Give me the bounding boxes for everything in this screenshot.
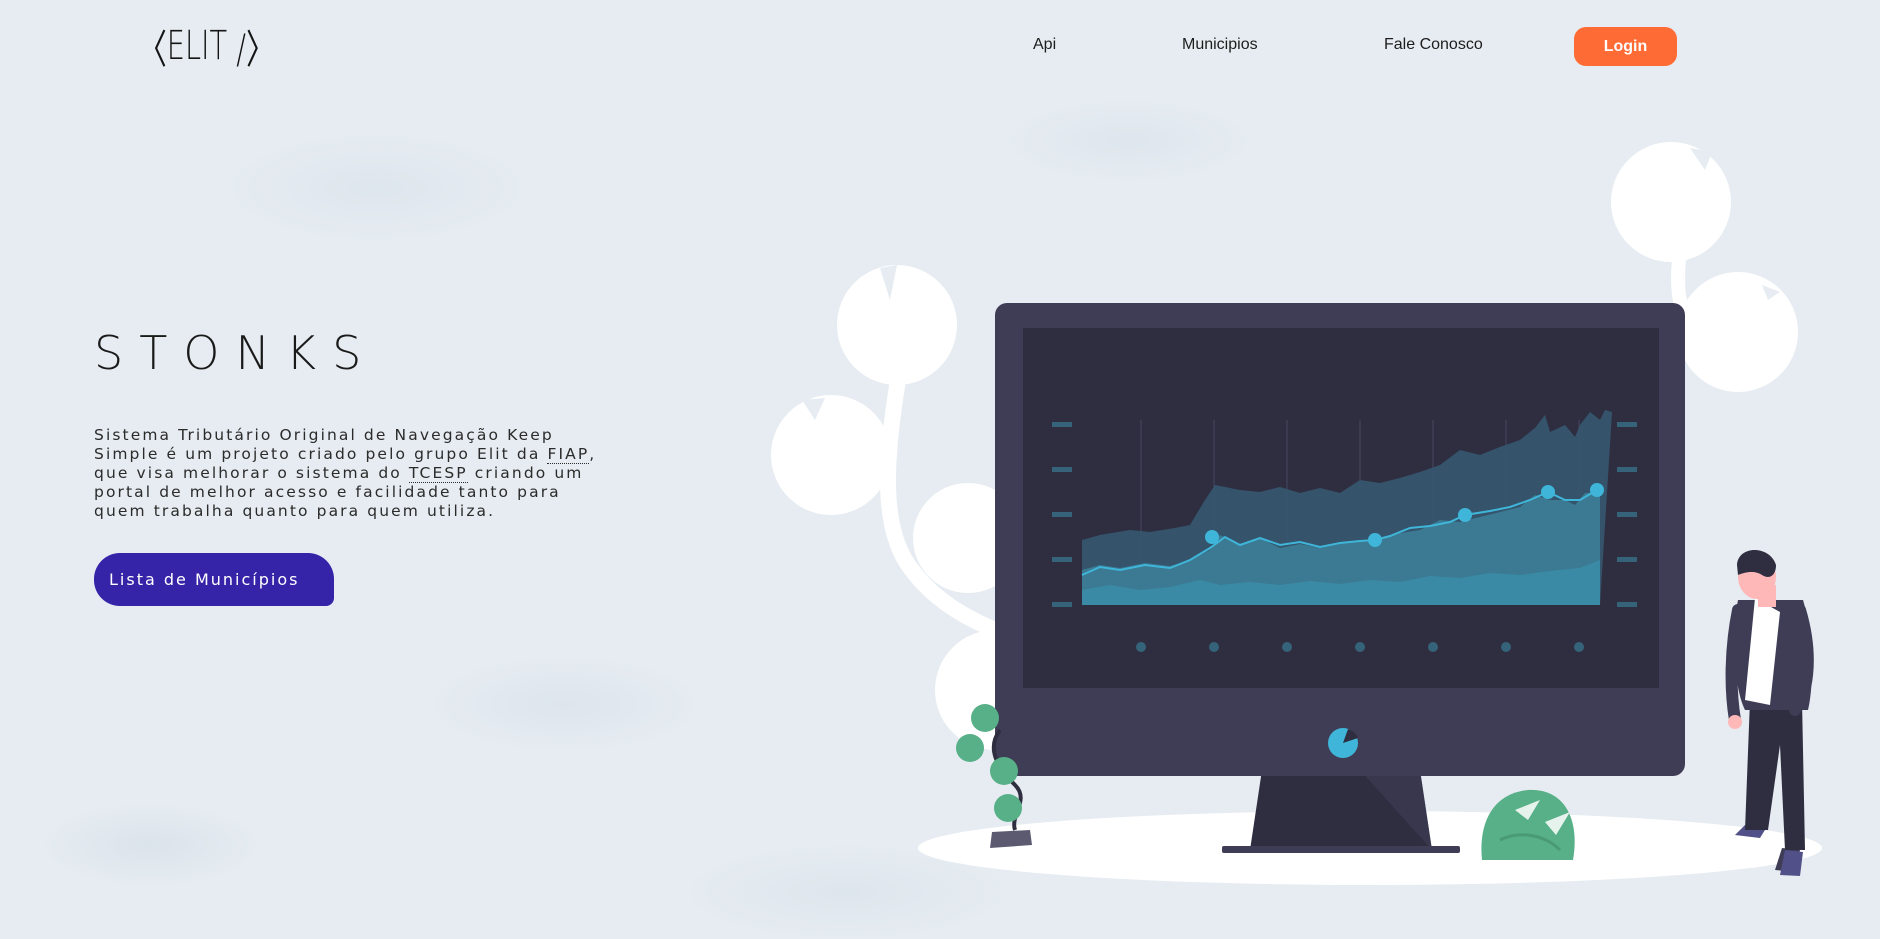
open-bracket-icon: 〈	[138, 27, 167, 73]
nav-link-municipios[interactable]: Municipios	[1182, 36, 1258, 54]
dashboard-illustration	[771, 142, 1822, 885]
close-slash-bracket-icon: /〉	[227, 27, 275, 73]
municipios-list-button[interactable]: Lista de Municípios	[94, 553, 334, 606]
description-text-1: Sistema Tributário Original de Navegação…	[94, 426, 554, 463]
nav-link-api[interactable]: Api	[1033, 36, 1056, 54]
monitor-base	[1222, 846, 1460, 853]
login-button[interactable]: Login	[1574, 27, 1677, 66]
hero-description: Sistema Tributário Original de Navegação…	[94, 426, 614, 521]
green-bush	[1481, 789, 1575, 860]
page-title: STONKS	[94, 326, 378, 380]
fiap-abbreviation: FIAP	[547, 445, 590, 464]
nav-link-fale-conosco[interactable]: Fale Conosco	[1384, 36, 1483, 54]
logo-text: ELIT	[166, 23, 228, 69]
tcesp-abbreviation: TCESP	[408, 464, 468, 483]
elit-logo[interactable]: 〈 ELIT /〉	[138, 23, 275, 73]
